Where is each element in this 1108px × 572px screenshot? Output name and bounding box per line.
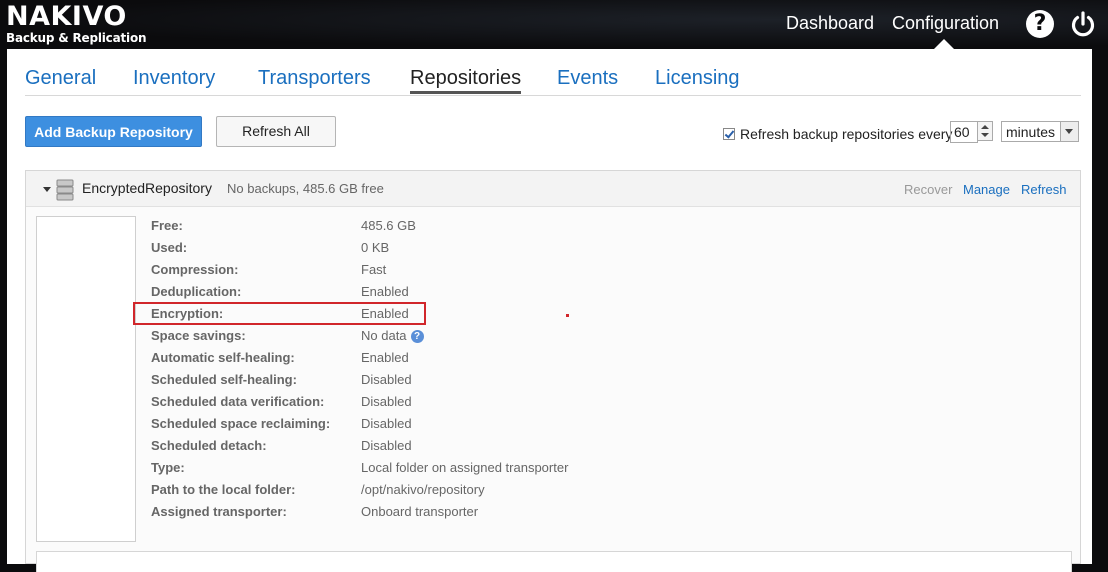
annotation-dot xyxy=(566,314,569,317)
detail-label: Compression: xyxy=(151,262,239,277)
detail-value-with-help: No data? xyxy=(361,328,424,343)
repository-summary: No backups, 485.6 GB free xyxy=(227,181,384,196)
detail-label: Free: xyxy=(151,218,183,233)
help-icon[interactable]: ? xyxy=(1026,10,1054,38)
detail-value: Disabled xyxy=(361,372,412,387)
auto-refresh-label: Refresh backup repositories every xyxy=(740,126,953,142)
main-panel: General Inventory Transporters Repositor… xyxy=(7,49,1092,572)
tab-repositories[interactable]: Repositories xyxy=(410,67,522,94)
detail-value: Enabled xyxy=(361,284,409,299)
refresh-interval-input[interactable]: 60 xyxy=(950,121,978,143)
detail-label: Space savings: xyxy=(151,328,246,343)
detail-label: Deduplication: xyxy=(151,284,242,299)
collapse-arrow-icon[interactable] xyxy=(43,187,51,192)
detail-label: Used: xyxy=(151,240,188,255)
detail-row: Assigned transporter: Onboard transporte… xyxy=(151,504,1051,526)
spinner-down-icon[interactable] xyxy=(981,133,989,137)
detail-label: Type: xyxy=(151,460,185,475)
nav-dashboard[interactable]: Dashboard xyxy=(786,13,874,34)
detail-row: Space savings: No data? xyxy=(151,328,1051,350)
nakivo-logo[interactable]: NAKIVO Backup & Replication xyxy=(6,1,147,46)
detail-value: Enabled xyxy=(361,350,409,365)
detail-row: Automatic self-healing: Enabled xyxy=(151,350,1051,372)
detail-value: No data xyxy=(361,328,407,343)
detail-value: Disabled xyxy=(361,438,412,453)
spinner-up-icon[interactable] xyxy=(981,125,989,129)
power-icon[interactable] xyxy=(1068,9,1098,39)
detail-label: Scheduled space reclaiming: xyxy=(151,416,331,431)
tab-inventory[interactable]: Inventory xyxy=(133,67,215,90)
nav-configuration[interactable]: Configuration xyxy=(892,13,999,34)
chevron-down-icon[interactable] xyxy=(1060,122,1078,141)
tab-events[interactable]: Events xyxy=(557,67,618,90)
tab-licensing[interactable]: Licensing xyxy=(655,67,740,90)
detail-row: Scheduled data verification: Disabled xyxy=(151,394,1051,416)
database-icon xyxy=(56,179,74,201)
repository-card: EncryptedRepository No backups, 485.6 GB… xyxy=(25,170,1081,572)
logo-subbrand: Backup & Replication xyxy=(6,31,147,45)
detail-row: Used: 0 KB xyxy=(151,240,1051,262)
add-backup-repository-button[interactable]: Add Backup Repository xyxy=(25,116,202,147)
repository-thumbnail xyxy=(36,216,136,542)
refresh-all-button[interactable]: Refresh All xyxy=(216,116,336,147)
detail-label: Automatic self-healing: xyxy=(151,350,295,365)
active-nav-caret xyxy=(934,39,954,49)
detail-value: /opt/nakivo/repository xyxy=(361,482,485,497)
recover-link[interactable]: Recover xyxy=(904,182,952,197)
detail-row: Scheduled space reclaiming: Disabled xyxy=(151,416,1051,438)
detail-value: 0 KB xyxy=(361,240,390,255)
detail-row: Compression: Fast xyxy=(151,262,1051,284)
detail-row: Scheduled self-healing: Disabled xyxy=(151,372,1051,394)
manage-link[interactable]: Manage xyxy=(963,182,1010,197)
detail-value: Local folder on assigned transporter xyxy=(361,460,569,475)
tab-transporters[interactable]: Transporters xyxy=(258,67,371,90)
refresh-unit-select[interactable]: minutes xyxy=(1001,121,1079,142)
refresh-unit-value: minutes xyxy=(1006,124,1056,140)
detail-value: Onboard transporter xyxy=(361,504,479,519)
detail-label: Scheduled detach: xyxy=(151,438,267,453)
detail-label: Path to the local folder: xyxy=(151,482,296,497)
detail-value: Disabled xyxy=(361,416,412,431)
tab-general[interactable]: General xyxy=(25,67,96,90)
detail-label: Scheduled data verification: xyxy=(151,394,325,409)
help-icon[interactable]: ? xyxy=(410,330,424,343)
detail-row: Path to the local folder: /opt/nakivo/re… xyxy=(151,482,1051,504)
auto-refresh-checkbox[interactable] xyxy=(723,128,735,140)
refresh-interval-spinner[interactable] xyxy=(977,121,993,141)
detail-value: Disabled xyxy=(361,394,412,409)
logo-brand: NAKIVO xyxy=(6,1,127,32)
top-header: NAKIVO Backup & Replication Dashboard Co… xyxy=(0,0,1108,49)
detail-label: Scheduled self-healing: xyxy=(151,372,297,387)
refresh-link[interactable]: Refresh xyxy=(1021,182,1067,197)
detail-row: Type: Local folder on assigned transport… xyxy=(151,460,1051,482)
detail-row: Free: 485.6 GB xyxy=(151,218,1051,240)
repository-lower-section xyxy=(36,551,1072,572)
detail-value: Fast xyxy=(361,262,387,277)
repository-header[interactable]: EncryptedRepository No backups, 485.6 GB… xyxy=(26,171,1080,207)
detail-value: 485.6 GB xyxy=(361,218,416,233)
detail-label: Assigned transporter: xyxy=(151,504,287,519)
repository-name[interactable]: EncryptedRepository xyxy=(82,180,212,196)
encryption-highlight-box xyxy=(133,302,426,325)
detail-row: Scheduled detach: Disabled xyxy=(151,438,1051,460)
config-tabs: General Inventory Transporters Repositor… xyxy=(25,67,1081,96)
